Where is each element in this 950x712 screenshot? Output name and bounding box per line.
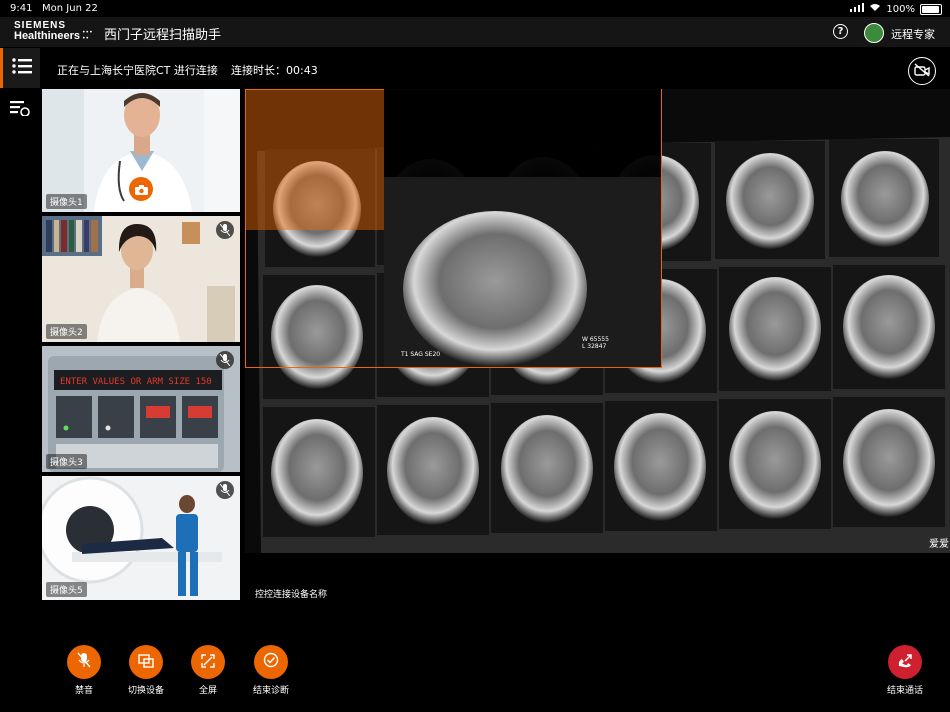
logo-dots-icon: ••• •• (82, 29, 93, 42)
camera-3-mute-badge (216, 351, 234, 369)
check-circle-icon (263, 652, 279, 672)
selection-region[interactable] (245, 89, 384, 230)
camera-5-mute-badge (216, 481, 234, 499)
camera-2-mute-badge (216, 221, 234, 239)
camera-feed-3[interactable]: ENTER VALUES OR ARM SIZE 150 摄像头3 (42, 346, 240, 472)
battery-percent: 100% (886, 3, 915, 15)
sidebar-list-button[interactable] (0, 48, 40, 88)
end-call-label: 结束通话 (886, 686, 923, 696)
siemens-healthineers-logo: SIEMENS Healthineers (14, 20, 81, 42)
mute-button[interactable] (67, 645, 101, 679)
user-name[interactable]: 远程专家 (891, 26, 935, 42)
camera-3-label: 摄像头3 (46, 454, 87, 469)
end-call-button[interactable] (888, 645, 922, 679)
help-icon[interactable]: ? (833, 24, 848, 39)
battery-icon (920, 3, 942, 15)
signal-icon (850, 3, 865, 15)
camera-feed-5[interactable]: 摄像头5 (42, 476, 240, 600)
scan-watermark: 爱爱 (929, 539, 949, 550)
list-icon (11, 58, 32, 78)
mic-off-icon (219, 351, 231, 370)
svg-text:ENTER VALUES OR ARM SIZE 150: ENTER VALUES OR ARM SIZE 150 (60, 377, 212, 387)
sidebar-device-list-button[interactable] (0, 90, 40, 130)
device-name-caption: 控控连接设备名称 (255, 590, 328, 600)
mic-mute-icon (77, 652, 91, 672)
mic-off-icon (219, 221, 231, 240)
zoom-window-level: W 65555 L 32847 (582, 336, 609, 350)
fullscreen-control[interactable]: 全屏 (178, 645, 238, 696)
mri-scan-image (245, 89, 950, 553)
end-diagnosis-button[interactable] (254, 645, 288, 679)
sidebar (0, 47, 40, 712)
end-call-control[interactable]: 结束通话 (875, 645, 935, 696)
zoom-series-label: T1 SAG SE20 (401, 351, 441, 358)
user-avatar[interactable] (864, 23, 884, 43)
camera-feed-1[interactable]: 摄像头1 (42, 89, 240, 212)
camera-icon (134, 180, 148, 199)
video-off-button[interactable] (908, 57, 936, 85)
camera-5-label: 摄像头5 (46, 582, 87, 597)
status-right: 100% (850, 3, 942, 15)
camera-feed-2[interactable]: 摄像头2 (42, 216, 240, 342)
status-bar: 9:41 Mon Jun 22 100% (0, 0, 950, 17)
camera-2-label: 摄像头2 (46, 324, 87, 339)
end-diagnosis-label: 结束诊断 (252, 686, 289, 696)
end-diagnosis-control[interactable]: 结束诊断 (241, 645, 301, 696)
wifi-icon (869, 3, 881, 15)
camera-1-label: 摄像头1 (46, 194, 87, 209)
connection-duration: 连接时长：00:43 (231, 64, 318, 77)
switch-device-icon (138, 653, 154, 672)
mic-off-icon (219, 481, 231, 500)
hangup-icon (897, 653, 913, 672)
snapshot-button[interactable] (129, 177, 153, 201)
fullscreen-button[interactable] (191, 645, 225, 679)
list-settings-icon (10, 100, 30, 120)
fullscreen-label: 全屏 (198, 686, 217, 696)
mute-control[interactable]: 禁音 (54, 645, 114, 696)
camera-off-icon (914, 62, 930, 81)
switch-device-button[interactable] (129, 645, 163, 679)
main-scan-view[interactable]: W 65555 L 32847 T1 SAG SE20 爱爱 (245, 89, 950, 553)
connection-status-text: 正在与上海长宁医院CT 进行连接 (57, 64, 218, 77)
mute-label: 禁音 (74, 686, 93, 696)
app-title: 西门子远程扫描助手 (104, 28, 222, 43)
fullscreen-icon (201, 653, 215, 672)
app-header: SIEMENS Healthineers ••• •• 西门子远程扫描助手 ? 远… (0, 17, 950, 47)
switch-device-control[interactable]: 切换设备 (116, 645, 176, 696)
switch-device-label: 切换设备 (127, 686, 164, 696)
status-time-date: 9:41 Mon Jun 22 (10, 3, 98, 14)
